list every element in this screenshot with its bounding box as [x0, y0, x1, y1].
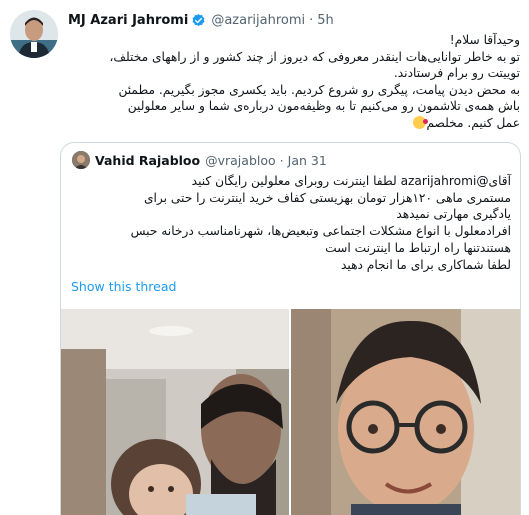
- verified-badge-icon: [191, 13, 206, 28]
- quote-line-first: آقای@azarijahromi لطفا اینترنت روبرای مع…: [71, 173, 511, 190]
- author-avatar[interactable]: [10, 10, 58, 58]
- quote-line: هستندتنها راه ارتباط ما اینترنت است: [325, 240, 511, 255]
- photo-man-with-child: [61, 309, 289, 515]
- quote-author-avatar[interactable]: [72, 151, 90, 169]
- quote-line1-rest: لطفا اینترنت روبرای معلولین رایگان کنید: [191, 174, 397, 188]
- quote-media-image-left[interactable]: [61, 309, 289, 515]
- quote-text: آقای@azarijahromi لطفا اینترنت روبرای مع…: [71, 173, 511, 273]
- tweet-header: MJ Azari Jahromi @azarijahromi · 5h: [68, 10, 334, 30]
- kiss-face-emoji-icon: [413, 115, 429, 129]
- quote-media-image-right[interactable]: [291, 309, 520, 515]
- photo-boy-with-glasses: [291, 309, 520, 515]
- show-thread-link[interactable]: Show this thread: [71, 279, 176, 294]
- tweet-text: وحیدآقا سلام! تو به خاطر توانایی‌هات این…: [68, 32, 520, 131]
- quote-author-handle[interactable]: @vrajabloo: [205, 153, 276, 168]
- header-separator: ·: [309, 12, 314, 28]
- tweet-line-text: عمل کنیم. مخلصم: [426, 115, 520, 130]
- tweet-line-last: عمل کنیم. مخلصم: [68, 115, 520, 132]
- tweet-line: تویيتت رو برام فرستادند.: [393, 66, 520, 80]
- quote-avatar-image: [72, 151, 90, 169]
- quote-line: لطفا شماکاری برای ما انجام دهید: [341, 257, 511, 272]
- author-name[interactable]: MJ Azari Jahromi: [68, 13, 188, 28]
- quote-header-separator: ·: [279, 152, 284, 168]
- quoted-tweet[interactable]: Vahid Rajabloo @vrajabloo · Jan 31 آقای@…: [60, 142, 521, 515]
- quote-line1-prefix: آقای: [488, 174, 511, 188]
- quote-author-name[interactable]: Vahid Rajabloo: [95, 153, 200, 168]
- tweet-line: به محض دیدن پیامت، پیگری رو شروع کردیم. …: [118, 82, 520, 97]
- quote-line: یادگیری مهارتی نمیدهد: [396, 207, 511, 222]
- quote-line: افرادمعلول با انواع مشکلات اجتماعی وتبعی…: [130, 224, 511, 239]
- quote-date: Jan 31: [287, 152, 327, 168]
- quote-header: Vahid Rajabloo @vrajabloo · Jan 31: [95, 151, 327, 169]
- tweet-timestamp[interactable]: 5h: [317, 13, 334, 28]
- quote-line: مستمری ماهی ۱۲۰هزار تومان بهزیستی کفاف خ…: [143, 190, 511, 205]
- author-handle[interactable]: @azarijahromi: [211, 13, 305, 28]
- quote-mention-link[interactable]: @azarijahromi: [401, 174, 489, 188]
- tweet-line: وحیدآقا سلام!: [449, 33, 520, 47]
- tweet-line: تو به خاطر توانایی‌هات اینقدر معروفی که …: [109, 49, 520, 64]
- tweet-line: باش همه‌ی تلاشمون رو می‌کنیم تا به وظیفه…: [127, 99, 520, 113]
- author-avatar-image: [10, 10, 58, 58]
